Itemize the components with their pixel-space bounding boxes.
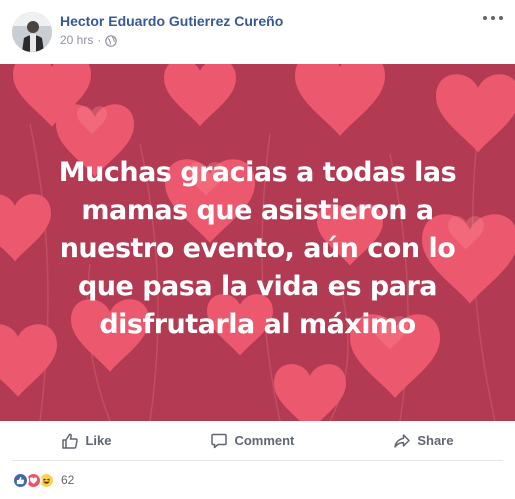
reactions-summary[interactable]: 62 [12, 470, 74, 490]
comment-label: Comment [234, 433, 295, 448]
meta-separator: · [97, 33, 102, 47]
author-name[interactable]: Hector Eduardo Gutierrez Cureño [60, 13, 283, 29]
like-label: Like [85, 433, 112, 448]
more-options-icon[interactable] [483, 10, 503, 26]
share-button[interactable]: Share [381, 425, 465, 457]
reaction-count: 62 [61, 473, 75, 487]
post-image[interactable]: Muchas gracias a todas las mamas que asi… [0, 64, 515, 421]
like-button[interactable]: Like [49, 425, 123, 457]
comment-button[interactable]: Comment [198, 425, 306, 457]
action-bar: Like Comment Share [12, 421, 503, 461]
timestamp[interactable]: 20 hrs [60, 33, 93, 47]
comment-icon [211, 433, 228, 448]
post-image-text: Muchas gracias a todas las mamas que asi… [58, 157, 457, 340]
like-icon [12, 471, 29, 489]
share-label: Share [417, 433, 454, 448]
avatar[interactable] [12, 12, 52, 52]
globe-icon[interactable] [105, 34, 118, 47]
post-card: Hector Eduardo Gutierrez Cureño 20 hrs · [0, 0, 515, 499]
reaction-icons [12, 471, 55, 489]
thumbs-up-icon [62, 433, 79, 449]
share-icon [394, 433, 411, 448]
post-meta: 20 hrs · [60, 33, 118, 47]
post-header: Hector Eduardo Gutierrez Cureño 20 hrs · [0, 0, 515, 64]
